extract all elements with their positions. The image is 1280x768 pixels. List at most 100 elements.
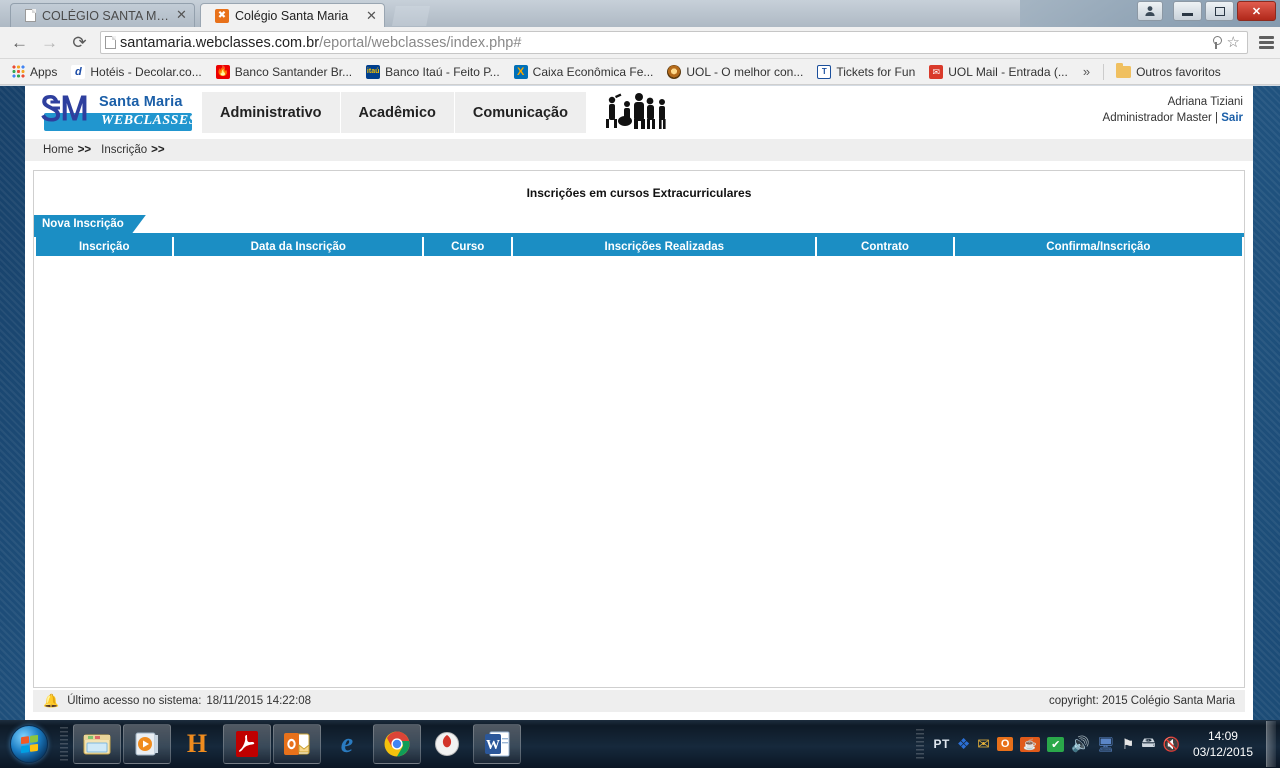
- bookmark-item-5[interactable]: T Tickets for Fun: [811, 62, 921, 82]
- bookmark-item-2-label: Banco Itaú - Feito P...: [385, 64, 500, 79]
- site-header: ᏕᎷ Santa Maria WEBCLASSES Administrativo…: [25, 86, 1253, 139]
- column-header-data-da-inscricao[interactable]: Data da Inscrição: [173, 237, 425, 256]
- column-header-inscricoes-realizadas[interactable]: Inscrições Realizadas: [512, 237, 818, 256]
- caixa-icon: X: [513, 64, 528, 79]
- taskbar-media-player-icon[interactable]: [123, 724, 171, 764]
- user-profile-button[interactable]: [1137, 1, 1163, 21]
- column-header-curso[interactable]: Curso: [423, 237, 514, 256]
- browser-toolbar: ← → ⟳ santamaria.webclasses.com.br/eport…: [0, 27, 1280, 59]
- site-container: ᏕᎷ Santa Maria WEBCLASSES Administrativo…: [25, 86, 1253, 720]
- remove-device-icon[interactable]: 🖴: [1141, 732, 1155, 756]
- language-indicator[interactable]: PT: [933, 737, 949, 751]
- back-icon[interactable]: ←: [6, 29, 33, 56]
- taskbar-microsoft-word-icon[interactable]: W: [473, 724, 521, 764]
- flag-action-center-icon[interactable]: ⚑: [1122, 736, 1135, 753]
- bookmark-item-3-label: Caixa Econômica Fe...: [532, 64, 654, 79]
- volume-muted-icon[interactable]: 🔇: [1163, 736, 1180, 753]
- tab-nova-inscricao[interactable]: Nova Inscrição: [34, 215, 146, 233]
- breadcrumb-home[interactable]: Home: [43, 144, 74, 156]
- breadcrumb: Home >> Inscrição >>: [25, 139, 1253, 161]
- browser-tab-2-title: Colégio Santa Maria: [235, 9, 349, 23]
- tab-nova-inscricao-label: Nova Inscrição: [42, 218, 124, 230]
- taskbar-outlook-icon[interactable]: [273, 724, 321, 764]
- nav-item-academico[interactable]: Acadêmico: [340, 92, 455, 133]
- taskbar-internet-explorer-icon[interactable]: e: [323, 724, 371, 764]
- nav-item-administrativo[interactable]: Administrativo: [202, 92, 341, 133]
- bookmark-apps-label: Apps: [30, 64, 58, 79]
- url-text: santamaria.webclasses.com.br/eportal/web…: [120, 35, 521, 51]
- bookmark-item-6-label: UOL Mail - Entrada (...: [948, 64, 1068, 79]
- taskbar-h-app-icon[interactable]: H: [173, 724, 221, 764]
- show-desktop-button[interactable]: [1266, 721, 1276, 767]
- key-icon[interactable]: [1212, 36, 1222, 49]
- taskbar-google-chrome-icon[interactable]: [373, 724, 421, 764]
- breadcrumb-section[interactable]: Inscrição: [101, 144, 147, 156]
- logo-line-2: WEBCLASSES: [101, 112, 198, 128]
- logo-monogram-icon: ᏕᎷ: [41, 91, 88, 128]
- windows-taskbar: H e W PT ❖ ✉ O ☕ ✔ 🔊 🖥 ⚑ 🖴 🔇 14:09 03/12…: [0, 720, 1280, 768]
- people-group-icon: [603, 90, 671, 135]
- logo-line-1: Santa Maria: [99, 93, 183, 110]
- address-bar[interactable]: santamaria.webclasses.com.br/eportal/web…: [100, 31, 1248, 54]
- url-domain: santamaria.webclasses.com.br: [120, 34, 320, 51]
- taskbar-firefox-like-icon[interactable]: [423, 724, 471, 764]
- site-logo[interactable]: ᏕᎷ Santa Maria WEBCLASSES: [37, 91, 197, 133]
- start-button[interactable]: [2, 722, 56, 766]
- star-icon[interactable]: ☆: [1227, 35, 1240, 50]
- forward-icon[interactable]: →: [36, 29, 63, 56]
- address-bar-icons: ☆: [1212, 35, 1243, 50]
- mail-icon[interactable]: ✉: [977, 735, 990, 753]
- content-panel: Inscrições em cursos Extracurriculares N…: [33, 170, 1245, 688]
- user-info: Adriana Tiziani Administrador Master | S…: [1103, 94, 1243, 126]
- bookmark-apps[interactable]: Apps: [6, 62, 63, 82]
- bell-icon: 🔔: [43, 693, 60, 708]
- taskbar-adobe-reader-icon[interactable]: [223, 724, 271, 764]
- santander-icon: 🔥: [215, 64, 230, 79]
- itau-icon: itaú: [366, 64, 381, 79]
- main-navigation: Administrativo Acadêmico Comunicação: [202, 92, 587, 133]
- volume-red-icon[interactable]: 🔊: [1071, 735, 1090, 753]
- bookmark-item-3[interactable]: X Caixa Econômica Fe...: [508, 62, 660, 82]
- column-header-inscricao[interactable]: Inscrição: [36, 237, 175, 256]
- clock[interactable]: 14:09 03/12/2015: [1187, 728, 1259, 760]
- java-icon[interactable]: ☕: [1020, 736, 1041, 752]
- bookmark-item-6[interactable]: ✉ UOL Mail - Entrada (...: [923, 62, 1074, 82]
- column-header-confirma-inscricao[interactable]: Confirma/Inscrição: [953, 237, 1242, 256]
- user-role-row: Administrador Master | Sair: [1103, 110, 1243, 126]
- close-icon[interactable]: ✕: [365, 9, 378, 23]
- maximize-button[interactable]: [1205, 1, 1234, 21]
- svg-text:W: W: [486, 738, 500, 753]
- browser-tab-1[interactable]: COLÉGIO SANTA MARIA - ✕: [10, 3, 195, 27]
- new-tab-button[interactable]: [392, 6, 430, 26]
- bookmark-item-1[interactable]: 🔥 Banco Santander Br...: [210, 62, 358, 82]
- browser-tab-2[interactable]: ✖ Colégio Santa Maria ✕: [200, 3, 385, 27]
- nav-item-comunicacao[interactable]: Comunicação: [454, 92, 587, 133]
- bookmark-item-4[interactable]: UOL - O melhor con...: [661, 62, 809, 82]
- reload-icon[interactable]: ⟳: [66, 29, 93, 56]
- taskbar-grip[interactable]: [60, 727, 68, 761]
- bookmark-item-0[interactable]: d Hotéis - Decolar.co...: [65, 62, 207, 82]
- column-header-contrato[interactable]: Contrato: [816, 237, 955, 256]
- decolar-icon: d: [71, 64, 86, 79]
- windows-flag-icon: [20, 734, 38, 754]
- bookmark-item-2[interactable]: itaú Banco Itaú - Feito P...: [360, 62, 506, 82]
- close-icon[interactable]: ✕: [175, 8, 188, 22]
- hamburger-menu-icon[interactable]: [1259, 36, 1274, 49]
- office-icon[interactable]: O: [996, 737, 1014, 751]
- logout-link[interactable]: Sair: [1221, 112, 1243, 124]
- system-tray: PT ❖ ✉ O ☕ ✔ 🔊 🖥 ⚑ 🖴 🔇 14:09 03/12/2015: [916, 720, 1280, 768]
- clock-time: 14:09: [1207, 729, 1238, 743]
- window-controls: ✕: [1137, 1, 1276, 21]
- network-monitor-icon[interactable]: 🖥: [1097, 736, 1115, 753]
- user-role: Administrador Master: [1102, 112, 1212, 124]
- close-button[interactable]: ✕: [1237, 1, 1276, 21]
- minimize-button[interactable]: [1173, 1, 1202, 21]
- nav-item-comunicacao-label: Comunicação: [472, 104, 568, 121]
- bookmarks-overflow-icon[interactable]: »: [1076, 64, 1097, 79]
- taskbar-windows-explorer-icon[interactable]: [73, 724, 121, 764]
- tray-grip[interactable]: [916, 729, 925, 759]
- antivirus-check-icon[interactable]: ✔: [1047, 736, 1065, 752]
- bookmark-other-favorites[interactable]: Outros favoritos: [1110, 62, 1227, 82]
- breadcrumb-separator-1: >>: [77, 144, 92, 156]
- dropbox-icon[interactable]: ❖: [957, 735, 970, 753]
